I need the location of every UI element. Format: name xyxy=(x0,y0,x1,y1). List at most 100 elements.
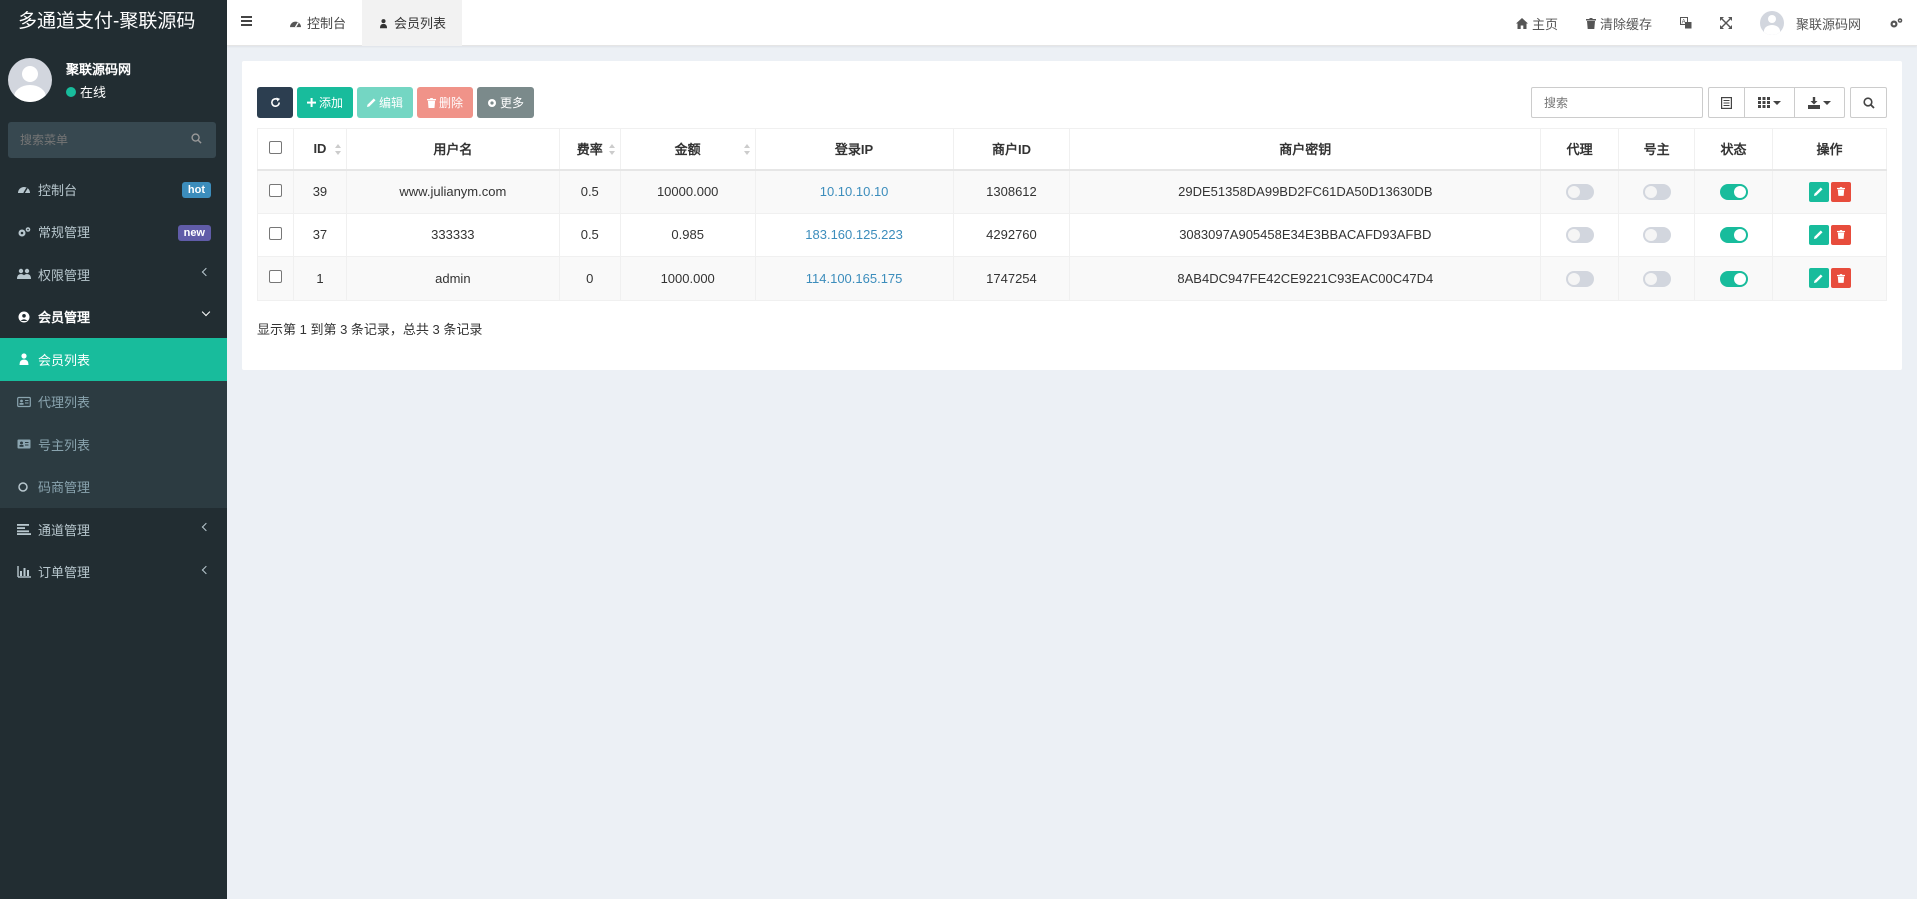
pencil-icon xyxy=(367,98,376,107)
delete-label: 删除 xyxy=(439,96,464,110)
agent-toggle[interactable] xyxy=(1565,183,1594,200)
tab-dashboard[interactable]: 控制台 xyxy=(273,0,362,46)
row-edit-button[interactable] xyxy=(1808,181,1829,202)
cell-merchant-key: 3083097A905458E34E3BBACAFD93AFBD xyxy=(1069,212,1542,257)
sidebar-item-members[interactable]: 会员管理 xyxy=(0,296,227,339)
delete-button[interactable]: 删除 xyxy=(417,87,474,118)
chevron-left-icon xyxy=(201,267,211,277)
column-header-rate[interactable]: 费率 xyxy=(558,128,621,171)
sidebar-item-dashboard[interactable]: 控制台 hot xyxy=(0,168,227,211)
cell-agent xyxy=(1540,169,1620,214)
owner-toggle[interactable] xyxy=(1642,183,1671,200)
column-header-id[interactable]: ID xyxy=(292,128,347,171)
sidebar-item-agent-list[interactable]: 代理列表 xyxy=(0,381,227,424)
row-edit-button[interactable] xyxy=(1808,224,1829,245)
status-toggle[interactable] xyxy=(1719,227,1748,244)
view-tools xyxy=(1708,87,1845,118)
table-header-row: ID 用户名 费率 金额 登录IP 商户ID 商户密钥 代理 号主 状态 操作 xyxy=(257,128,1887,171)
row-delete-button[interactable] xyxy=(1830,224,1851,245)
advanced-search-button[interactable] xyxy=(1850,87,1887,118)
tab-member-list[interactable]: 会员列表 xyxy=(362,0,463,46)
language-toggle[interactable]: A xyxy=(1666,0,1706,46)
fullscreen-toggle[interactable] xyxy=(1706,0,1746,46)
sidebar-item-label: 码商管理 xyxy=(38,480,91,496)
more-button[interactable]: 更多 xyxy=(477,87,535,118)
table-search-input[interactable] xyxy=(1531,87,1703,118)
cell-actions xyxy=(1772,256,1887,301)
chevron-left-icon xyxy=(201,522,211,532)
menu-toggle-icon[interactable] xyxy=(241,16,252,26)
cell-login-ip[interactable]: 183.160.125.223 xyxy=(754,212,954,257)
sidebar-item-permissions[interactable]: 权限管理 xyxy=(0,253,227,296)
cell-actions xyxy=(1772,169,1887,214)
more-label: 更多 xyxy=(500,96,525,110)
agent-toggle[interactable] xyxy=(1565,227,1594,244)
row-checkbox[interactable] xyxy=(268,270,282,284)
sidebar-item-orders[interactable]: 订单管理 xyxy=(0,551,227,594)
dashboard-icon xyxy=(290,21,301,28)
home-link[interactable]: 主页 xyxy=(1502,0,1572,46)
user-menu[interactable]: 聚联源码网 xyxy=(1746,0,1875,46)
row-checkbox[interactable] xyxy=(268,226,282,240)
sidebar-item-general[interactable]: 常规管理 new xyxy=(0,211,227,254)
top-header: 控制台 会员列表 主页 清除缓存 A 聚联源码网 xyxy=(227,0,1917,46)
add-button[interactable]: 添加 xyxy=(297,87,354,118)
pencil-icon xyxy=(1814,274,1823,283)
row-delete-button[interactable] xyxy=(1830,268,1851,289)
sort-icon xyxy=(608,144,615,155)
status-toggle[interactable] xyxy=(1719,270,1748,287)
edit-button[interactable]: 编辑 xyxy=(357,87,414,118)
column-header-merchant-key: 商户密钥 xyxy=(1069,128,1542,171)
refresh-button[interactable] xyxy=(257,87,293,118)
app-logo-title[interactable]: 多通道支付-聚联源码 xyxy=(0,0,227,46)
column-header-owner: 号主 xyxy=(1618,128,1696,171)
user-status-label: 在线 xyxy=(80,85,107,100)
cell-status xyxy=(1694,212,1773,257)
cell-amount: 1000.000 xyxy=(619,256,756,301)
sidebar-item-channels[interactable]: 通道管理 xyxy=(0,508,227,551)
cell-actions xyxy=(1772,212,1887,257)
owner-toggle[interactable] xyxy=(1642,227,1671,244)
columns-dropdown-button[interactable] xyxy=(1745,87,1795,118)
search-icon[interactable] xyxy=(191,133,202,144)
select-all-checkbox[interactable] xyxy=(268,140,282,154)
sidebar-item-owner-list[interactable]: 号主列表 xyxy=(0,423,227,466)
header-username: 聚联源码网 xyxy=(1795,16,1861,32)
cogs-icon xyxy=(18,226,31,237)
clear-cache-link[interactable]: 清除缓存 xyxy=(1572,0,1666,46)
user-name: 聚联源码网 xyxy=(66,62,132,77)
new-badge: new xyxy=(177,224,211,241)
row-delete-button[interactable] xyxy=(1830,181,1851,202)
export-dropdown-button[interactable] xyxy=(1795,87,1845,118)
edit-label: 编辑 xyxy=(379,96,404,110)
chevron-down-icon xyxy=(201,307,211,316)
status-toggle[interactable] xyxy=(1719,183,1748,200)
toggle-view-button[interactable] xyxy=(1708,87,1745,118)
owner-toggle[interactable] xyxy=(1642,270,1671,287)
hot-badge: hot xyxy=(181,182,211,198)
table-row: 39 www.julianym.com 0.5 10000.000 10.10.… xyxy=(257,169,1887,214)
column-header-amount[interactable]: 金额 xyxy=(619,128,756,171)
header-label: 金额 xyxy=(674,142,701,158)
row-select-cell xyxy=(257,256,294,301)
cell-login-ip[interactable]: 10.10.10.10 xyxy=(754,169,954,214)
refresh-icon xyxy=(270,97,280,107)
sidebar-search xyxy=(8,122,216,158)
cell-rate: 0.5 xyxy=(558,212,621,257)
row-checkbox[interactable] xyxy=(268,183,282,197)
sidebar-item-member-list[interactable]: 会员列表 xyxy=(0,338,227,381)
circle-o-icon xyxy=(18,482,28,492)
sidebar-item-code-merchant[interactable]: 码商管理 xyxy=(0,466,227,509)
row-edit-button[interactable] xyxy=(1808,268,1829,289)
cell-amount: 10000.000 xyxy=(619,169,756,214)
agent-toggle[interactable] xyxy=(1565,270,1594,287)
sidebar-search-input[interactable] xyxy=(8,122,178,158)
cell-login-ip[interactable]: 114.100.165.175 xyxy=(754,256,954,301)
header-right-nav: 主页 清除缓存 A 聚联源码网 xyxy=(1502,0,1917,46)
add-label: 添加 xyxy=(319,96,344,110)
table-view-icon xyxy=(1721,96,1732,109)
control-sidebar-toggle[interactable] xyxy=(1875,0,1917,46)
column-header-status: 状态 xyxy=(1694,128,1773,171)
pencil-icon xyxy=(1814,230,1823,240)
tab-label: 控制台 xyxy=(307,15,347,31)
